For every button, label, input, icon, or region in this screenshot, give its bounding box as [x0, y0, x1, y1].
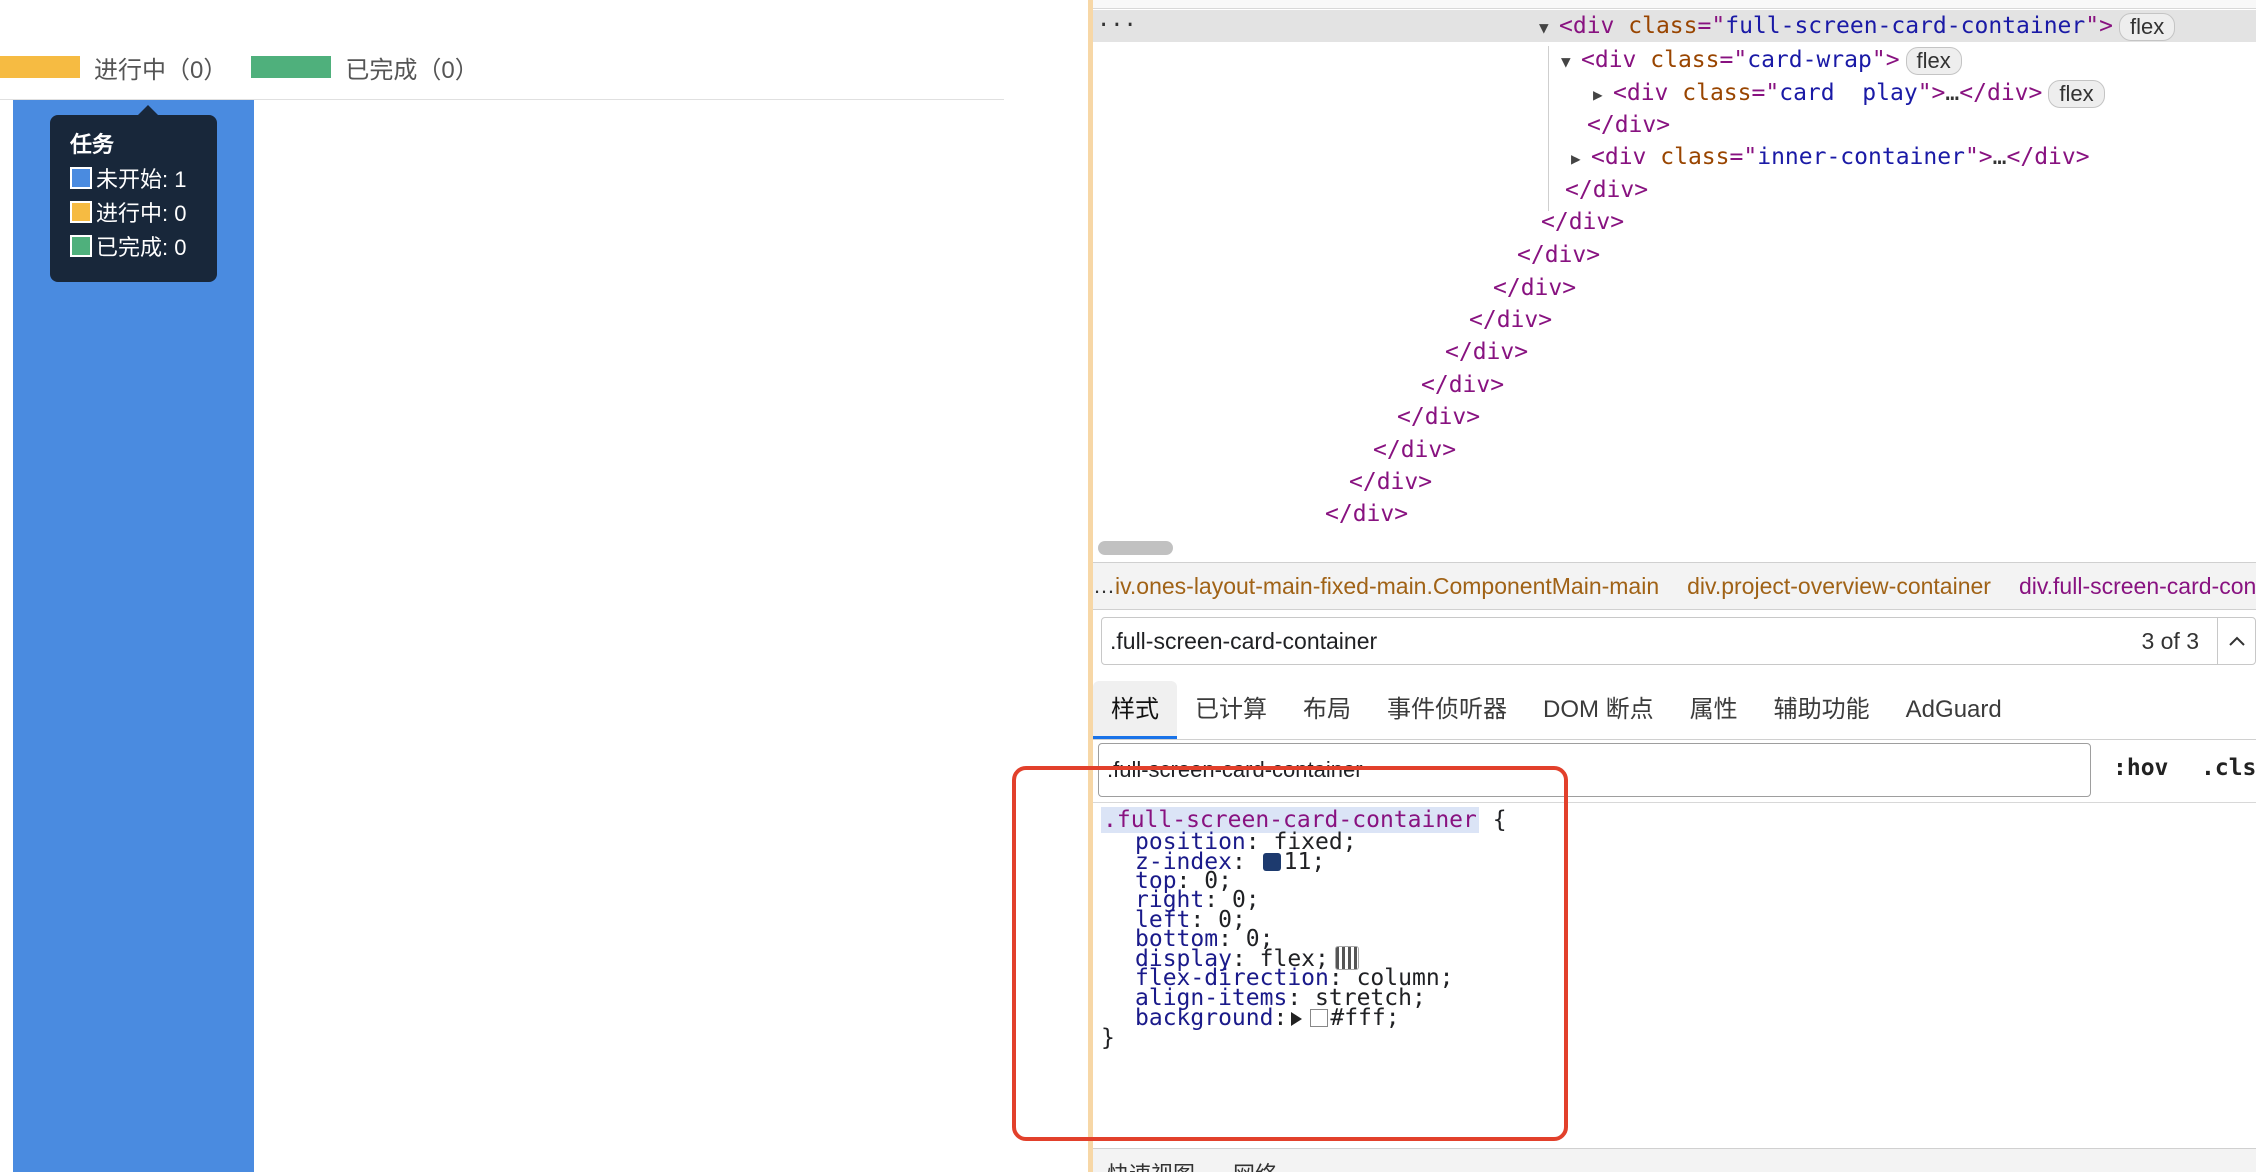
tab-dom-breakpoints[interactable]: DOM 断点: [1525, 681, 1672, 739]
breadcrumb-more-icon[interactable]: …: [1093, 573, 1115, 599]
dom-close-tag: </div>: [1493, 275, 1577, 301]
legend-label-done: 已完成（0）: [345, 56, 479, 84]
tooltip-swatch-in-progress: [70, 201, 92, 223]
chevron-up-icon[interactable]: [2217, 618, 2255, 664]
tab-accessibility[interactable]: 辅助功能: [1756, 681, 1888, 739]
drawer-tabs: 快速视图 网络: [1093, 1148, 2256, 1172]
chart-tooltip: 任务 未开始: 1 进行中: 0 已完成: 0: [50, 115, 217, 282]
tab-properties[interactable]: 属性: [1672, 681, 1756, 739]
dom-close-tag: </div>: [1469, 307, 1553, 333]
tab-quick-view[interactable]: 快速视图: [1107, 1157, 1195, 1172]
dom-close-tag: </div>: [1541, 209, 1625, 235]
devtools-panel: ··· ▼ <div class="full-screen-card-contai…: [1093, 0, 2256, 1172]
dom-node-inner-container[interactable]: ▶ <div class="inner-container">…</div>: [1571, 141, 2090, 173]
css-prop-background[interactable]: background: #fff;: [1135, 1004, 1400, 1032]
dom-indent-guide: [1548, 46, 1549, 211]
color-swatch-icon[interactable]: [1310, 1009, 1329, 1027]
dom-close-tag: </div>: [1373, 437, 1457, 463]
breadcrumb-item-project-overview[interactable]: div.project-overview-container: [1687, 573, 1991, 600]
tab-event-listeners[interactable]: 事件侦听器: [1369, 681, 1525, 739]
collapse-triangle-icon[interactable]: ▶: [1593, 79, 1613, 111]
legend-item-in-progress[interactable]: 进行中（0）: [0, 50, 227, 85]
tooltip-row-not-started: 未开始: 1: [70, 161, 217, 195]
tooltip-title: 任务: [70, 132, 115, 157]
clipped-dom-line: [1093, 0, 2256, 9]
more-actions-icon[interactable]: ···: [1097, 10, 1137, 42]
dom-search-bar: 3 of 3: [1101, 617, 2256, 665]
styles-filter-input[interactable]: [1098, 743, 2091, 797]
tab-computed[interactable]: 已计算: [1177, 681, 1285, 739]
chart-legend: 进行中（0） 已完成（0）: [0, 50, 503, 85]
dom-close-tag: </div>: [1349, 469, 1433, 495]
dom-search-input[interactable]: [1102, 621, 2142, 661]
tooltip-text-not-started: 未开始: 1: [96, 167, 187, 192]
dom-close-tag: </div>: [1445, 339, 1529, 365]
cls-toggle-button[interactable]: .cls: [2201, 755, 2256, 781]
horizontal-scrollbar[interactable]: [1093, 536, 2256, 558]
dom-node-card-play[interactable]: ▶ <div class="card play">…</div> flex: [1593, 77, 2105, 109]
expand-shorthand-icon[interactable]: [1291, 1012, 1303, 1026]
expand-triangle-icon[interactable]: ▼: [1539, 12, 1559, 44]
tooltip-text-done: 已完成: 0: [96, 235, 187, 260]
dom-close-tag: </div>: [1565, 177, 1649, 203]
dom-close-tag: </div>: [1397, 404, 1481, 430]
dom-node-full-screen-card-container[interactable]: ··· ▼ <div class="full-screen-card-contai…: [1093, 10, 2256, 42]
legend-item-done[interactable]: 已完成（0）: [251, 50, 479, 85]
flex-badge[interactable]: flex: [1905, 46, 1962, 75]
breadcrumb: … iv.ones-layout-main-fixed-main.Compone…: [1093, 562, 2256, 610]
flex-badge[interactable]: flex: [2118, 12, 2176, 41]
breadcrumb-item-main[interactable]: iv.ones-layout-main-fixed-main.Component…: [1115, 573, 1659, 600]
tooltip-row-in-progress: 进行中: 0: [70, 195, 217, 229]
hov-toggle-button[interactable]: :hov: [2113, 755, 2168, 781]
tab-network[interactable]: 网络: [1233, 1157, 1277, 1172]
search-match-count: 3 of 3: [2141, 627, 2199, 654]
scrollbar-thumb[interactable]: [1098, 541, 1173, 555]
tab-layout[interactable]: 布局: [1285, 681, 1369, 739]
chart-page: 进行中（0） 已完成（0） 任务 未开始: 1 进行中: 0 已完成: 0: [0, 0, 1088, 1172]
tooltip-row-done: 已完成: 0: [70, 229, 217, 263]
dom-close-tag: </div>: [1421, 372, 1505, 398]
dom-node-card-wrap[interactable]: ▼ <div class="card-wrap"> flex: [1561, 44, 1962, 76]
legend-label-in-progress: 进行中（0）: [94, 56, 228, 84]
legend-swatch-in-progress: [0, 56, 80, 78]
tooltip-arrow: [138, 105, 158, 115]
stacking-context-icon[interactable]: [1262, 853, 1281, 871]
tooltip-swatch-not-started: [70, 167, 92, 189]
css-rule-block: .full-screen-card-container { position: …: [1093, 806, 2256, 1150]
dom-close-tag: </div>: [1517, 242, 1601, 268]
breadcrumb-item-full-screen-card[interactable]: div.full-screen-card-container: [2019, 573, 2256, 600]
elements-panel: ··· ▼ <div class="full-screen-card-contai…: [1093, 0, 2256, 560]
styles-filter-row: :hov .cls: [1093, 741, 2256, 803]
css-rule-close-brace: }: [1101, 1025, 1115, 1051]
tab-styles[interactable]: 样式: [1093, 681, 1177, 739]
flex-badge[interactable]: flex: [2048, 79, 2105, 108]
tooltip-swatch-done: [70, 235, 92, 257]
collapse-triangle-icon[interactable]: ▶: [1571, 143, 1591, 175]
styles-tabs: 样式 已计算 布局 事件侦听器 DOM 断点 属性 辅助功能 AdGuard: [1093, 672, 2256, 740]
expand-triangle-icon[interactable]: ▼: [1561, 46, 1581, 78]
tab-adguard[interactable]: AdGuard: [1888, 681, 2020, 739]
legend-swatch-done: [251, 56, 332, 78]
dom-close-tag: </div>: [1325, 501, 1409, 527]
dom-close-tag: </div>: [1587, 112, 1671, 138]
tooltip-text-in-progress: 进行中: 0: [96, 201, 187, 226]
